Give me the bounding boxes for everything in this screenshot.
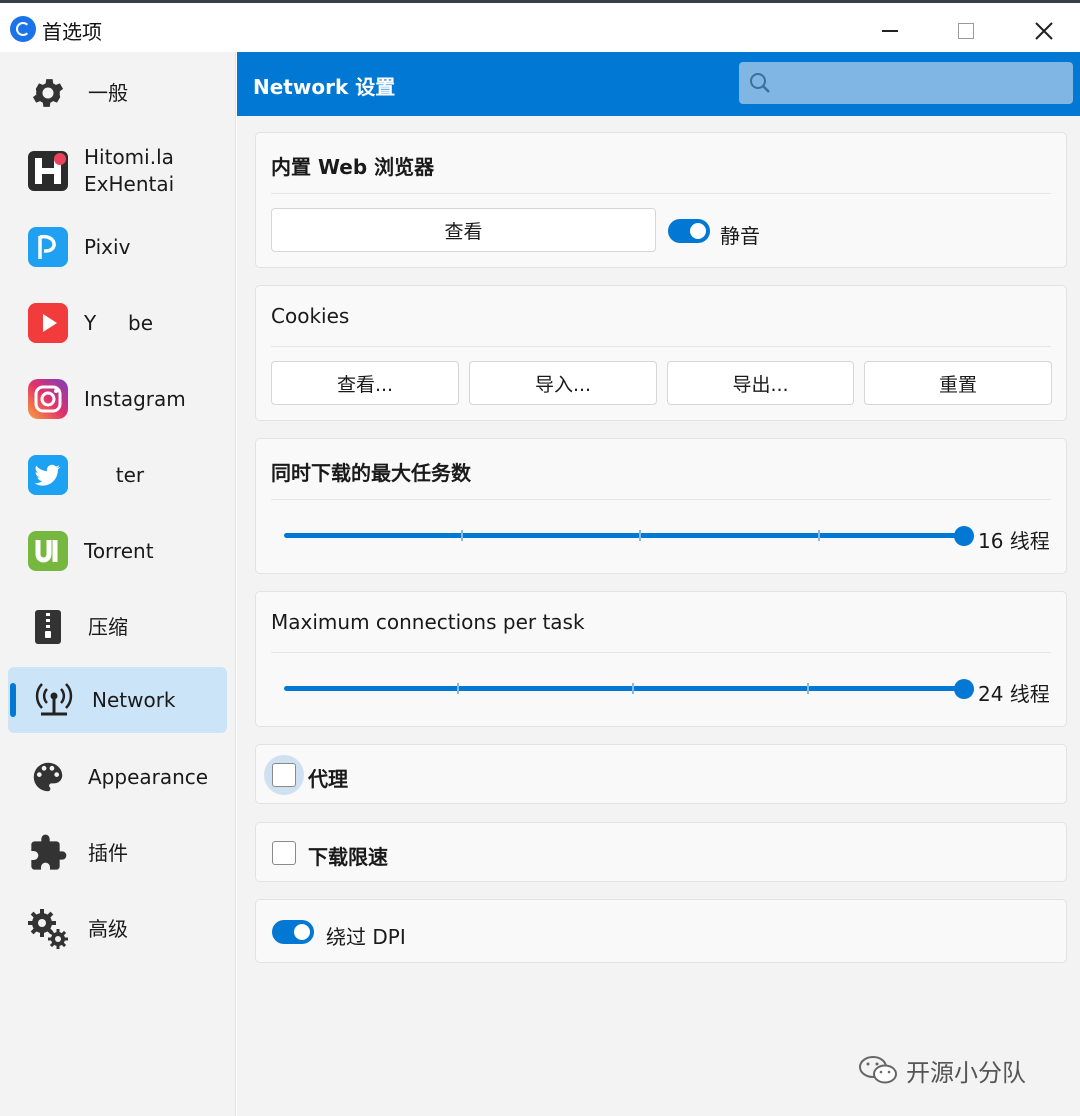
speed-limit-label: 下载限速 — [308, 845, 388, 869]
slider-thumb[interactable] — [954, 526, 974, 546]
cookies-card: Cookies 查看... 导入... 导出... 重置 — [255, 285, 1067, 421]
sidebar-item-pixiv[interactable]: Pixiv — [8, 214, 227, 280]
sidebar-item-label: Y be — [84, 310, 154, 335]
bypass-dpi-toggle[interactable] — [272, 920, 314, 944]
close-button[interactable] — [1014, 11, 1074, 51]
palette-icon — [26, 755, 70, 799]
cookies-reset-button[interactable]: 重置 — [864, 361, 1052, 405]
max-connections-value: 24 线程 — [978, 682, 1050, 706]
sidebar-item-label: 一般 — [88, 80, 128, 105]
sidebar-item-label: Network — [92, 687, 176, 712]
puzzle-icon — [26, 831, 70, 875]
speed-limit-checkbox[interactable] — [272, 841, 296, 865]
sidebar-item-label: Instagram — [84, 386, 186, 411]
cookies-view-button[interactable]: 查看... — [271, 361, 459, 405]
page-header: Network 设置 — [237, 52, 1080, 116]
sidebar-item-hitomi[interactable]: Hitomi.la ExHentai — [8, 138, 227, 204]
twitter-logo-icon — [26, 453, 70, 497]
proxy-label: 代理 — [308, 767, 348, 791]
sidebar-item-network[interactable]: Network — [8, 667, 227, 733]
sidebar-item-label: 高级 — [88, 916, 128, 941]
zip-icon — [26, 605, 70, 649]
gear-icon — [26, 71, 70, 115]
cookies-card-title: Cookies — [271, 304, 350, 328]
divider — [271, 652, 1051, 653]
sidebar-item-label: 压缩 — [88, 614, 128, 639]
pixiv-logo-icon — [26, 225, 70, 269]
slider-tick — [632, 683, 634, 694]
utorrent-logo-icon — [26, 529, 70, 573]
sidebar-item-label: Hitomi.la ExHentai — [84, 145, 175, 196]
sidebar-item-label: Appearance — [88, 764, 209, 789]
mute-label: 静音 — [720, 224, 760, 248]
max-connections-card: Maximum connections per task 24 线程 — [255, 591, 1067, 727]
sidebar-item-plugins[interactable]: 插件 — [8, 820, 227, 886]
sidebar-item-twitter[interactable]: ter — [8, 442, 227, 508]
watermark: 开源小分队 — [858, 1050, 1026, 1090]
sidebar-item-label: Torrent — [84, 538, 154, 563]
sidebar-item-appearance[interactable]: Appearance — [8, 744, 227, 810]
proxy-card: 代理 — [255, 744, 1067, 804]
gears-icon — [26, 907, 70, 951]
sidebar-item-label: Pixiv — [84, 234, 131, 259]
slider-track — [284, 686, 964, 691]
maximize-icon — [958, 23, 974, 39]
minimize-icon — [882, 30, 898, 32]
sidebar-item-label: ter — [84, 462, 145, 487]
minimize-button[interactable] — [860, 11, 920, 51]
search-box[interactable] — [739, 62, 1073, 104]
cookies-import-button[interactable]: 导入... — [469, 361, 657, 405]
bypass-dpi-label: 绕过 DPI — [326, 925, 406, 949]
network-antenna-icon — [32, 678, 76, 722]
slider-tick — [461, 530, 463, 541]
close-icon — [1035, 22, 1053, 40]
divider — [271, 193, 1051, 194]
page-title: Network 设置 — [253, 75, 396, 99]
youtube-logo-icon — [26, 301, 70, 345]
wechat-icon — [859, 1056, 897, 1084]
speed-limit-card: 下载限速 — [255, 822, 1067, 882]
browser-card: 内置 Web 浏览器 查看 静音 — [255, 132, 1067, 268]
slider-tick — [807, 683, 809, 694]
settings-content: 内置 Web 浏览器 查看 静音 Cookies 查看... 导入... 导出.… — [237, 116, 1080, 1116]
window-title: 首选项 — [42, 20, 102, 44]
app-logo-icon — [10, 16, 36, 42]
search-input[interactable] — [779, 62, 1069, 104]
sidebar-item-general[interactable]: 一般 — [8, 60, 227, 126]
max-tasks-value: 16 线程 — [978, 529, 1050, 553]
slider-track — [284, 533, 964, 538]
slider-tick — [818, 530, 820, 541]
sidebar: 一般 Hitomi.la ExHentai Pixiv Y be Instagr… — [0, 52, 236, 1116]
slider-tick — [457, 683, 459, 694]
max-tasks-title: 同时下载的最大任务数 — [271, 461, 471, 485]
proxy-checkbox[interactable] — [272, 763, 296, 787]
browser-card-title: 内置 Web 浏览器 — [271, 155, 435, 179]
sidebar-item-instagram[interactable]: Instagram — [8, 366, 227, 432]
search-icon — [750, 73, 770, 93]
view-browser-button[interactable]: 查看 — [271, 208, 656, 252]
mute-toggle[interactable] — [668, 219, 710, 243]
max-tasks-card: 同时下载的最大任务数 16 线程 — [255, 438, 1067, 574]
divider — [271, 499, 1051, 500]
maximize-button[interactable] — [936, 11, 996, 51]
max-connections-slider[interactable] — [284, 674, 974, 704]
instagram-logo-icon — [26, 377, 70, 421]
title-bar: 首选项 — [0, 0, 1080, 52]
sidebar-item-compression[interactable]: 压缩 — [8, 594, 227, 660]
sidebar-item-torrent[interactable]: Torrent — [8, 518, 227, 584]
dpi-card: 绕过 DPI — [255, 899, 1067, 963]
divider — [271, 346, 1051, 347]
max-tasks-slider[interactable] — [284, 521, 974, 551]
cookies-export-button[interactable]: 导出... — [667, 361, 854, 405]
slider-thumb[interactable] — [954, 679, 974, 699]
sidebar-item-youtube[interactable]: Y be — [8, 290, 227, 356]
sidebar-item-label: 插件 — [88, 840, 128, 865]
max-connections-title: Maximum connections per task — [271, 610, 585, 634]
sidebar-item-advanced[interactable]: 高级 — [8, 896, 227, 962]
slider-tick — [639, 530, 641, 541]
watermark-text: 开源小分队 — [906, 1058, 1026, 1087]
hitomi-logo-icon — [26, 149, 70, 193]
